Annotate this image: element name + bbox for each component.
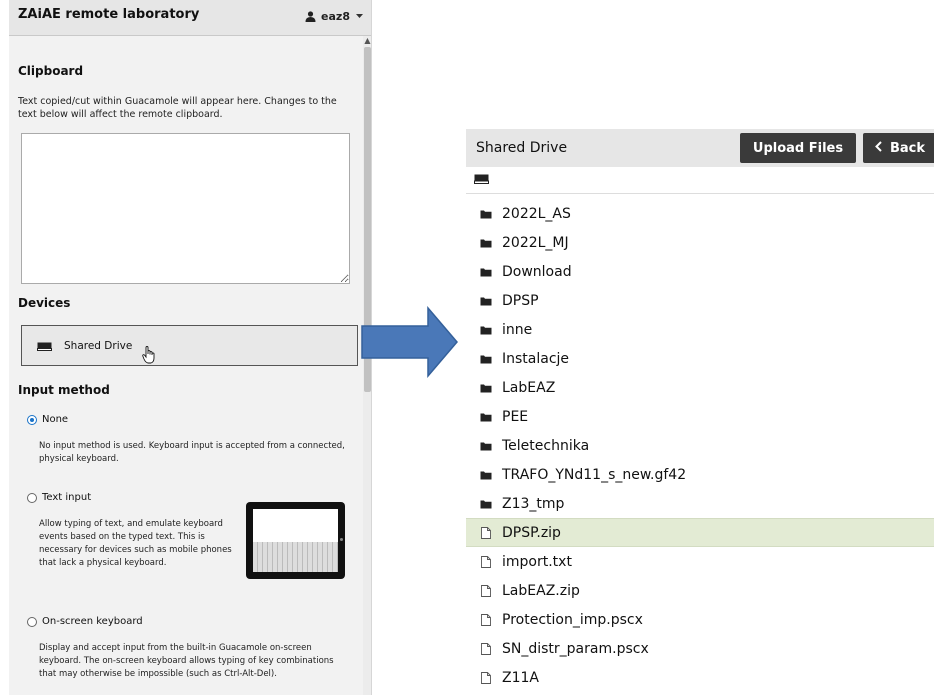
radio-text-input[interactable] [27, 492, 37, 503]
radio-on-screen-keyboard[interactable] [27, 616, 37, 627]
folder-icon [480, 208, 492, 220]
guacamole-menu-panel: ZAiAE remote laboratory eaz8 ▲ Clipboard… [9, 0, 372, 695]
file-name: LabEAZ [502, 379, 556, 396]
folder-row[interactable]: Instalacje [466, 344, 934, 373]
drive-breadcrumb[interactable] [466, 167, 934, 194]
file-row[interactable]: Z11A [466, 663, 934, 692]
file-name: LabEAZ.zip [502, 582, 580, 599]
username: eaz8 [321, 9, 350, 23]
file-name: 2022L_MJ [502, 234, 569, 251]
input-method-none-description: No input method is used. Keyboard input … [39, 441, 345, 464]
drive-icon [37, 336, 52, 355]
file-icon [480, 555, 492, 568]
file-row[interactable]: Protection_imp.pscx [466, 605, 934, 634]
file-icon [480, 526, 492, 539]
file-list: 2022L_AS 2022L_MJ Download DPSP inne Instalac… [466, 199, 934, 692]
folder-icon [480, 440, 492, 452]
input-method-text-label: Text input [42, 492, 92, 503]
clipboard-textarea[interactable] [21, 133, 350, 284]
file-icon [480, 671, 492, 684]
folder-icon [480, 324, 492, 336]
file-icon [480, 584, 492, 597]
input-method-osk-description: Display and accept input from the built-… [39, 643, 334, 679]
file-name: PEE [502, 408, 529, 425]
file-name: Download [502, 263, 572, 280]
file-name: SN_distr_param.pscx [502, 640, 649, 657]
file-name: Instalacje [502, 350, 570, 367]
folder-row[interactable]: 2022L_MJ [466, 228, 934, 257]
folder-row[interactable]: TRAFO_YNd11_s_new.gf42 [466, 460, 934, 489]
back-button[interactable]: Back [863, 133, 934, 163]
file-name: DPSP.zip [502, 524, 561, 541]
folder-row[interactable]: Download [466, 257, 934, 286]
folder-icon [480, 266, 492, 278]
input-method-heading: Input method [18, 383, 110, 397]
user-icon [305, 10, 316, 22]
folder-icon [480, 411, 492, 423]
input-method-text-description: Allow typing of text, and emulate keyboa… [39, 519, 232, 568]
file-name: import.txt [502, 553, 572, 570]
folder-icon [480, 237, 492, 249]
folder-row[interactable]: 2022L_AS [466, 199, 934, 228]
shared-drive-label: Shared Drive [64, 339, 133, 352]
folder-icon [480, 469, 492, 481]
input-method-osk-option[interactable]: On-screen keyboard [27, 616, 143, 627]
file-row[interactable]: DPSP.zip [466, 518, 934, 547]
folder-row[interactable]: PEE [466, 402, 934, 431]
file-name: inne [502, 321, 533, 338]
file-name: DPSP [502, 292, 539, 309]
folder-row[interactable]: Z13_tmp [466, 489, 934, 518]
input-method-none-label: None [42, 414, 69, 425]
drive-header: Shared Drive Upload Files Back [466, 129, 934, 167]
folder-row[interactable]: DPSP [466, 286, 934, 315]
radio-none[interactable] [27, 414, 37, 425]
menu-title: ZAiAE remote laboratory [18, 7, 200, 22]
scroll-up-icon[interactable]: ▲ [363, 36, 371, 45]
file-row[interactable]: import.txt [466, 547, 934, 576]
menu-header: ZAiAE remote laboratory eaz8 [9, 0, 371, 36]
file-name: TRAFO_YNd11_s_new.gf42 [502, 466, 687, 483]
screenshot-stage: ZAiAE remote laboratory eaz8 ▲ Clipboard… [0, 0, 934, 695]
folder-row[interactable]: inne [466, 315, 934, 344]
shared-drive-panel: Shared Drive Upload Files Back 2022L_AS 2… [466, 129, 934, 695]
right-arrow-icon [361, 306, 458, 378]
file-name: Z13_tmp [502, 495, 565, 512]
file-icon [480, 613, 492, 626]
back-label: Back [890, 140, 926, 156]
folder-row[interactable]: Teletechnika [466, 431, 934, 460]
folder-row[interactable]: LabEAZ [466, 373, 934, 402]
input-method-text-option[interactable]: Text input [27, 492, 91, 503]
clipboard-description: Text copied/cut within Guacamole will ap… [18, 96, 337, 120]
tablet-keyboard-illustration-icon [246, 502, 345, 579]
upload-files-button[interactable]: Upload Files [740, 133, 856, 163]
file-name: Protection_imp.pscx [502, 611, 643, 628]
user-menu[interactable]: eaz8 [305, 6, 364, 26]
file-row[interactable]: LabEAZ.zip [466, 576, 934, 605]
hand-pointer-cursor-icon [142, 346, 156, 368]
input-method-none-option[interactable]: None [27, 414, 68, 425]
folder-icon [480, 382, 492, 394]
folder-icon [480, 498, 492, 510]
file-icon [480, 642, 492, 655]
file-name: 2022L_AS [502, 205, 571, 222]
file-row[interactable]: SN_distr_param.pscx [466, 634, 934, 663]
file-name: Teletechnika [502, 437, 590, 454]
chevron-left-icon [875, 140, 882, 156]
devices-heading: Devices [18, 296, 71, 310]
clipboard-heading: Clipboard [18, 64, 84, 78]
drive-title: Shared Drive [476, 140, 568, 156]
folder-icon [480, 353, 492, 365]
folder-icon [480, 295, 492, 307]
input-method-osk-label: On-screen keyboard [42, 616, 143, 627]
file-name: Z11A [502, 669, 539, 686]
shared-drive-button[interactable]: Shared Drive [21, 325, 358, 366]
chevron-down-icon [355, 13, 364, 19]
